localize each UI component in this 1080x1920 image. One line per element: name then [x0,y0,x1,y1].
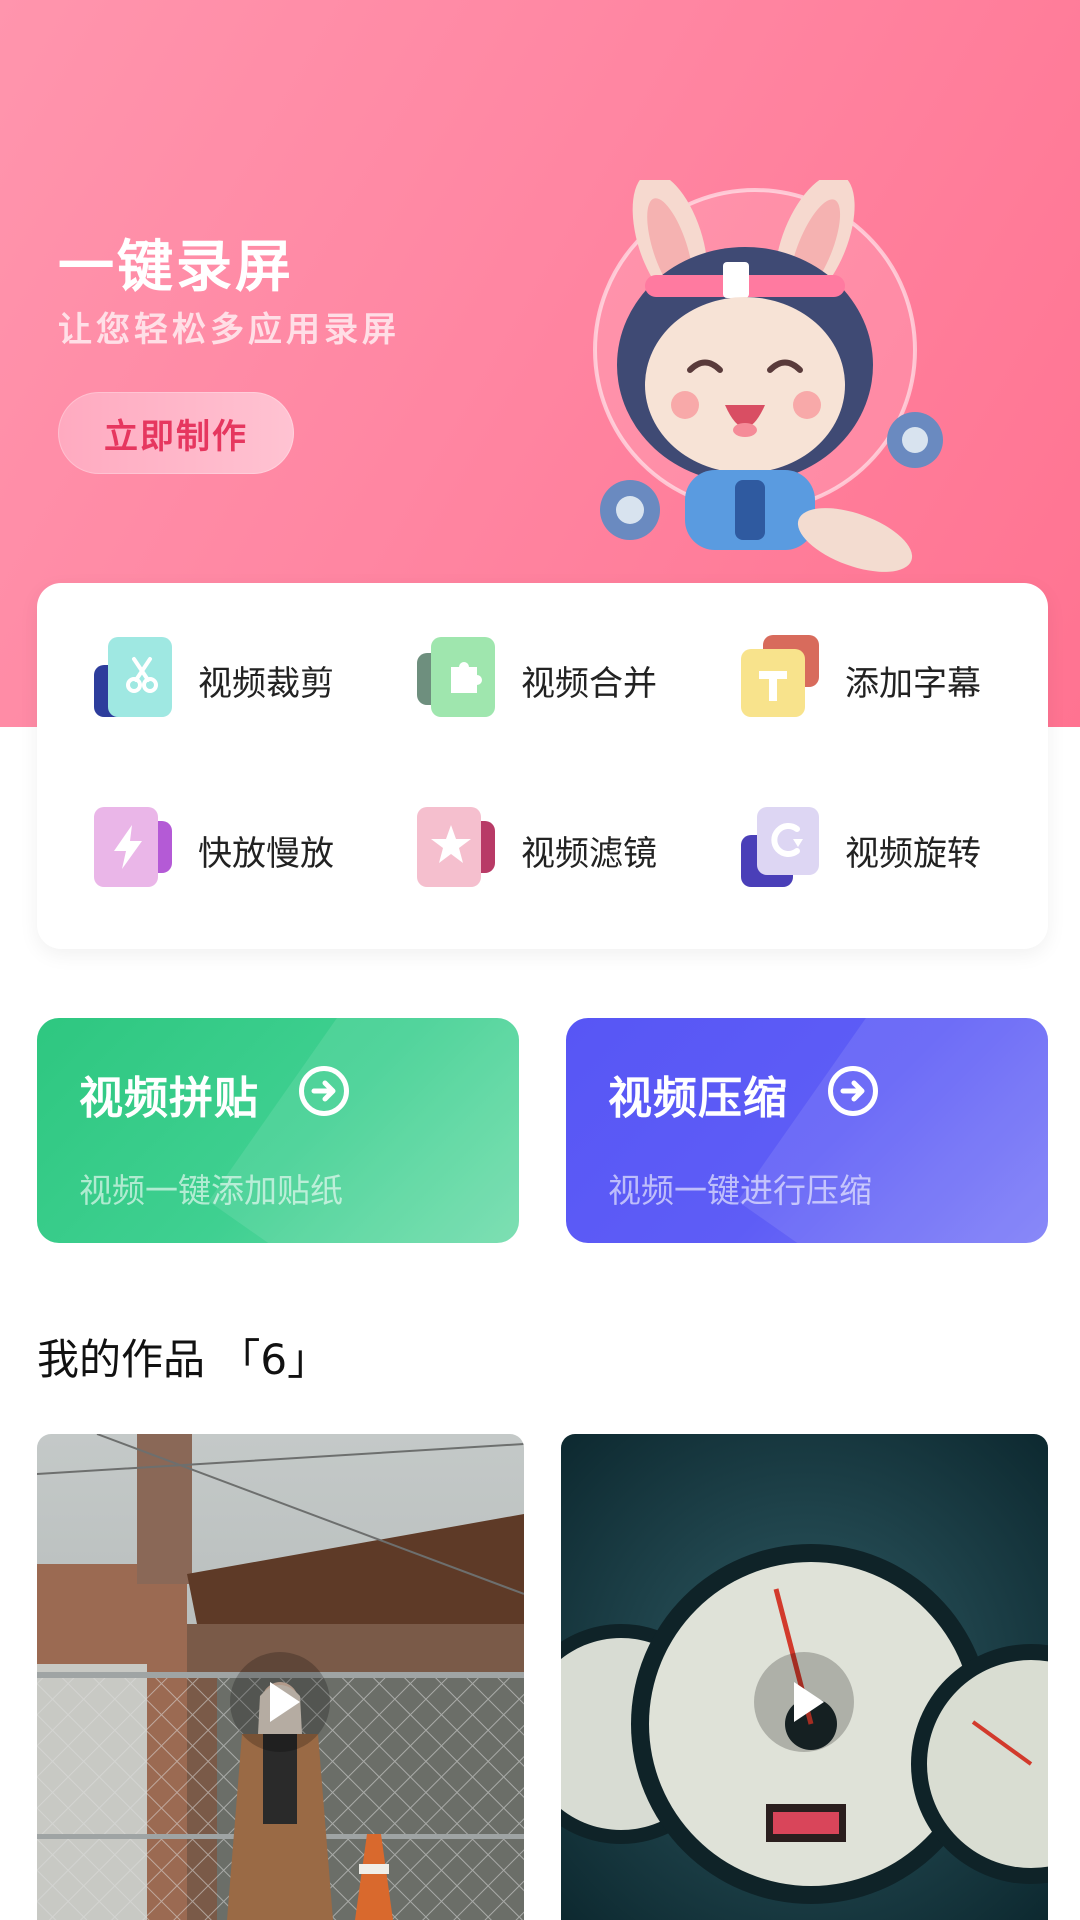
rotate-icon [739,805,819,895]
tool-label: 视频裁剪 [198,663,334,704]
tool-label: 视频合并 [521,663,657,704]
play-icon[interactable] [754,1652,854,1752]
promo-title: 视频拼贴 [79,1073,259,1124]
video-compress-card[interactable]: 视频压缩 视频一键进行压缩 [566,1018,1048,1243]
tool-video-merge[interactable]: 视频合并 [415,635,657,725]
my-works-title: 我的作品 「6」 [37,1335,330,1384]
arrow-right-circle-icon [828,1066,878,1116]
tool-label: 视频旋转 [845,833,981,874]
scissors-icon [92,635,172,725]
promo-subtitle: 视频一键进行压缩 [608,1171,872,1210]
tool-add-subtitle[interactable]: 添加字幕 [739,635,981,725]
promo-subtitle: 视频一键添加贴纸 [79,1171,343,1210]
tool-video-rotate[interactable]: 视频旋转 [739,805,981,895]
promo-title: 视频压缩 [608,1073,788,1124]
tool-label: 视频滤镜 [521,833,657,874]
play-icon[interactable] [230,1652,330,1752]
hero-subtitle: 让您轻松多应用录屏 [58,310,400,350]
video-collage-card[interactable]: 视频拼贴 视频一键添加贴纸 [37,1018,519,1243]
tool-video-trim[interactable]: 视频裁剪 [92,635,334,725]
work-item-2[interactable] [561,1434,1048,1920]
puzzle-icon [415,635,495,725]
lightning-icon [92,805,172,895]
tool-label: 添加字幕 [845,663,981,704]
tool-speed-change[interactable]: 快放慢放 [92,805,334,895]
tool-label: 快放慢放 [198,833,334,874]
tools-card: 视频裁剪 视频合并 添加字幕 快放慢放 视频滤镜 视频旋转 [37,583,1048,949]
bunny-astronaut-mascot [593,180,943,572]
home-screen: 一键录屏 让您轻松多应用录屏 立即制作 视频裁剪 视频合并 添加字幕 快放慢放 … [0,0,1080,1920]
make-now-button[interactable]: 立即制作 [58,392,294,474]
arrow-right-circle-icon [299,1066,349,1116]
work-item-1[interactable] [37,1434,524,1920]
tool-video-filter[interactable]: 视频滤镜 [415,805,657,895]
text-icon [739,635,819,725]
star-icon [415,805,495,895]
hero-title: 一键录屏 [58,235,294,300]
